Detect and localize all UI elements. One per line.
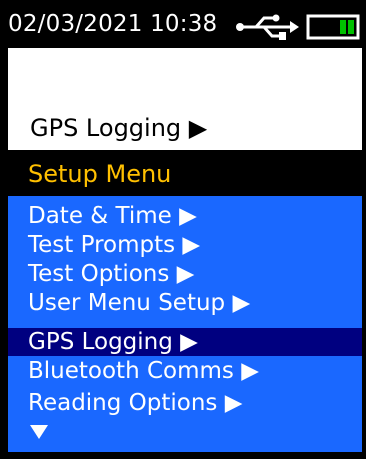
menu-item-date-time[interactable]: Date & Time ▶ <box>8 202 362 230</box>
device-screen: 02/03/2021 10:38 GPS Logging ▶ Setup Men… <box>0 0 366 459</box>
menu-item-label: Bluetooth Comms ▶ <box>28 358 259 384</box>
current-selection-panel: GPS Logging ▶ <box>8 48 362 150</box>
menu-item-label: GPS Logging ▶ <box>28 329 198 355</box>
menu-item-label: Date & Time ▶ <box>28 203 197 229</box>
menu-item-gps-logging[interactable]: GPS Logging ▶ <box>8 328 362 356</box>
date-time: 02/03/2021 10:38 <box>8 11 218 37</box>
menu-item-bluetooth-comms[interactable]: Bluetooth Comms ▶ <box>8 357 362 385</box>
menu-item-test-options[interactable]: Test Options ▶ <box>8 260 362 288</box>
status-bar: 02/03/2021 10:38 <box>8 4 360 48</box>
menu-header: Setup Menu <box>8 150 362 196</box>
menu-item-label: User Menu Setup ▶ <box>28 290 251 316</box>
usb-connected-icon <box>236 14 299 40</box>
down-arrow-icon[interactable] <box>30 425 48 439</box>
menu-item-label: Reading Options ▶ <box>28 390 243 416</box>
menu-item-user-menu-setup[interactable]: User Menu Setup ▶ <box>8 289 362 317</box>
menu-item-test-prompts[interactable]: Test Prompts ▶ <box>8 231 362 259</box>
menu-item-label: Test Options ▶ <box>28 261 195 287</box>
battery-charging-icon <box>306 14 360 40</box>
setup-menu-list: Date & Time ▶ Test Prompts ▶ Test Option… <box>8 196 362 452</box>
current-selection-label: GPS Logging ▶ <box>30 114 208 142</box>
menu-item-reading-options[interactable]: Reading Options ▶ <box>8 389 362 417</box>
menu-title: Setup Menu <box>28 160 172 188</box>
menu-item-label: Test Prompts ▶ <box>28 232 201 258</box>
